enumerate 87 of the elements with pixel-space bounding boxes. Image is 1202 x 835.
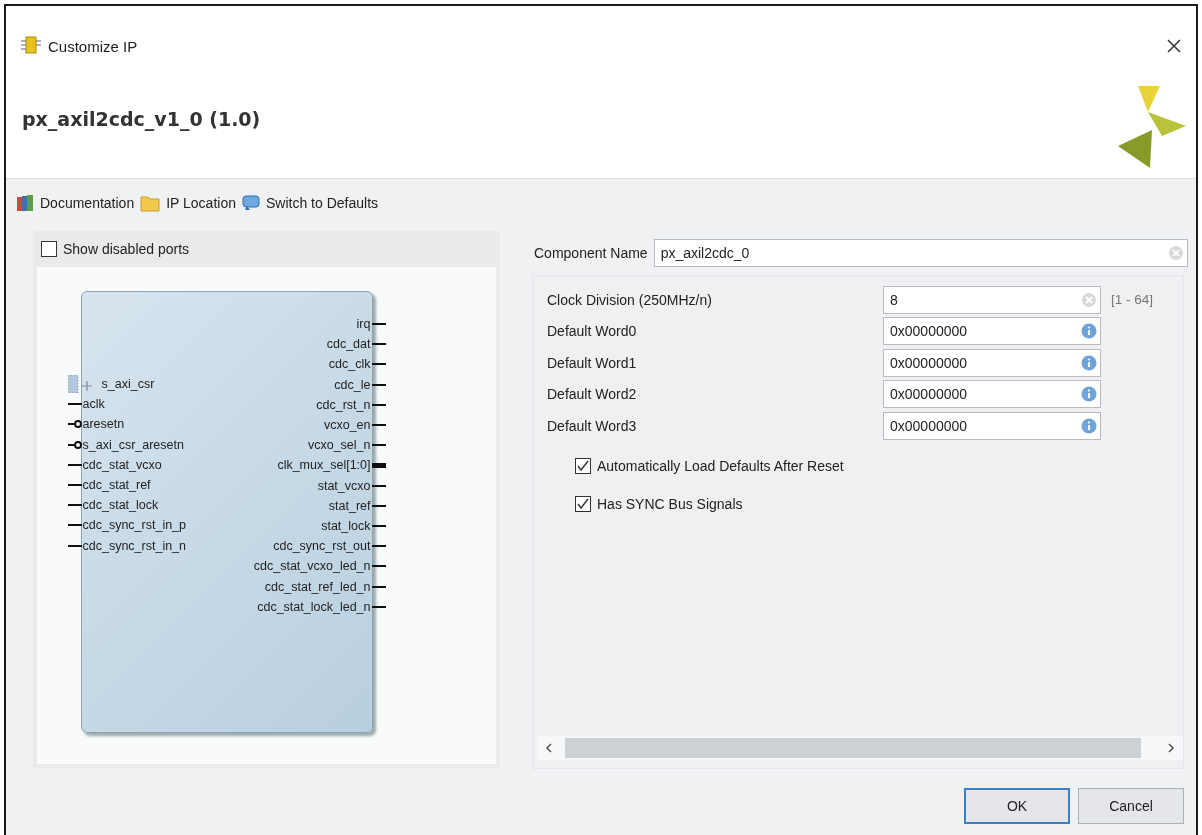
pin-line	[67, 524, 82, 527]
port-label: vcxo_sel_n	[307, 438, 371, 453]
logo-icon	[1118, 86, 1186, 168]
pin-line	[371, 504, 386, 507]
info-icon[interactable]	[1081, 386, 1097, 403]
port-label: s_axi_csr_aresetn	[82, 437, 184, 452]
param-field[interactable]: 0x00000000	[883, 411, 1101, 440]
scroll-right-icon[interactable]	[1165, 742, 1177, 754]
pin-line	[371, 605, 386, 608]
param-field[interactable]: 0x00000000	[883, 317, 1101, 346]
toolbar-link[interactable]: IP Location	[166, 195, 236, 211]
checkbox-label: Automatically Load Defaults After Reset	[597, 457, 844, 474]
clear-icon[interactable]	[1081, 291, 1097, 308]
port-label: cdc_sync_rst_in_p	[82, 518, 187, 533]
pin-line	[371, 363, 386, 366]
field-label: Default Word1	[547, 354, 638, 371]
port-label: cdc_stat_lock	[82, 498, 159, 513]
field-label: Clock Division (250MHz/n)	[547, 291, 713, 308]
port-label: cdc_sync_rst_in_n	[82, 538, 187, 553]
horizontal-scrollbar[interactable]	[537, 736, 1183, 760]
toolbar-link[interactable]: Switch to Defaults	[265, 195, 379, 211]
port-label: s_axi_csr	[101, 377, 155, 392]
pin-line	[371, 323, 386, 326]
ip-name: px_axil2cdc_v1_0 (1.0)	[22, 108, 261, 130]
port-label: aclk	[82, 397, 105, 412]
param-field[interactable]: 8	[883, 285, 1101, 314]
field-label: Default Word0	[547, 323, 638, 340]
clear-icon[interactable]	[1168, 245, 1184, 261]
pin-line	[67, 544, 82, 547]
port-label: stat_lock	[321, 518, 371, 533]
port-label: cdc_rst_n	[316, 397, 371, 412]
pin-line	[371, 545, 386, 548]
port-label: stat_ref	[328, 498, 371, 513]
info-icon[interactable]	[1081, 354, 1097, 371]
inverted-pin-icon	[67, 420, 82, 429]
pin-line	[371, 585, 386, 588]
param-field[interactable]: 0x00000000	[883, 380, 1101, 409]
port-label: cdc_stat_vcxo	[82, 457, 162, 472]
pin-line	[67, 484, 82, 487]
port-label: vcxo_en	[323, 418, 371, 433]
component-name-field[interactable]: px_axil2cdc_0	[653, 239, 1188, 267]
pin-line	[67, 504, 82, 507]
info-icon[interactable]	[1081, 417, 1097, 434]
pin-line	[67, 403, 82, 406]
pin-line	[67, 463, 82, 466]
dialog-button[interactable]: OK	[964, 788, 1070, 824]
param-field[interactable]: 0x00000000	[883, 348, 1101, 377]
range-hint: [1 - 64]	[1111, 292, 1154, 308]
port-label: stat_vcxo	[317, 478, 371, 493]
port-label: cdc_dat	[326, 337, 371, 352]
toolbar-link[interactable]: Documentation	[40, 195, 135, 211]
field-label: Default Word3	[547, 417, 638, 434]
inverted-pin-icon	[67, 440, 82, 449]
field-label: Component Name	[534, 245, 648, 261]
checkbox[interactable]	[41, 241, 57, 257]
pin-line	[371, 383, 386, 386]
pin-line	[371, 524, 386, 527]
info-icon[interactable]	[1081, 323, 1097, 340]
pin-line	[371, 343, 386, 346]
dialog-button[interactable]: Cancel	[1078, 788, 1184, 824]
port-label: cdc_stat_ref_led_n	[264, 579, 371, 594]
port-label: aresetn	[82, 417, 125, 432]
chip-icon	[20, 35, 42, 57]
field-label: Default Word2	[547, 386, 638, 403]
port-label: cdc_clk	[328, 357, 371, 372]
scroll-left-icon[interactable]	[543, 742, 555, 754]
books-icon	[16, 194, 34, 212]
port-label: irq	[356, 317, 371, 332]
port-label: cdc_stat_ref	[82, 478, 151, 493]
checkbox-label: Show disabled ports	[63, 241, 190, 257]
port-label: cdc_stat_vcxo_led_n	[253, 559, 371, 574]
checkbox[interactable]	[575, 457, 591, 474]
close-icon[interactable]	[1166, 38, 1182, 54]
checkbox[interactable]	[575, 495, 591, 512]
pin-line	[371, 403, 386, 406]
port-label: cdc_sync_rst_out	[273, 539, 371, 554]
pin-line	[371, 424, 386, 427]
port-label: cdc_le	[334, 377, 371, 392]
pin-line	[371, 565, 386, 568]
window-title: Customize IP	[48, 37, 139, 55]
folder-icon	[140, 194, 161, 212]
pin-line	[371, 444, 386, 447]
port-label: cdc_stat_lock_led_n	[257, 599, 371, 614]
scroll-thumb[interactable]	[565, 738, 1141, 758]
checkbox-label: Has SYNC Bus Signals	[597, 495, 743, 512]
pin-line	[371, 484, 386, 487]
port-label: clk_mux_sel[1:0]	[277, 458, 371, 473]
